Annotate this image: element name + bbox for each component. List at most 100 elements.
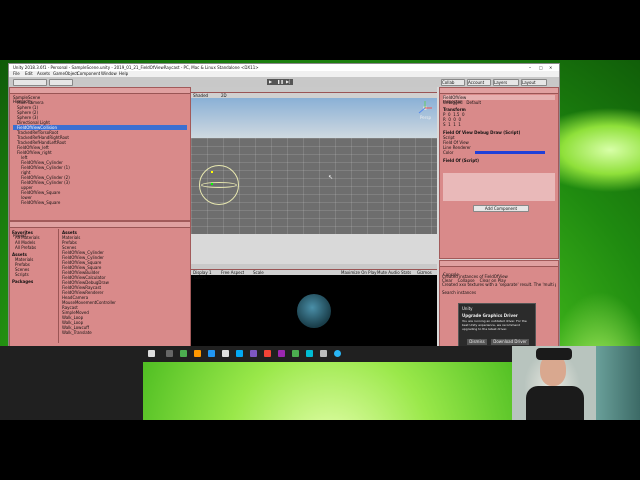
scene-sky: [191, 98, 437, 138]
pause-icon[interactable]: ❚❚: [277, 79, 284, 84]
console-line[interactable]: Created instances of FieldOfView: [442, 274, 556, 279]
scale-x-field[interactable]: 1: [448, 122, 451, 127]
app-icon[interactable]: [236, 350, 243, 357]
menu-file[interactable]: File: [13, 71, 20, 76]
menu-window[interactable]: Window: [101, 71, 117, 76]
menu-edit[interactable]: Edit: [25, 71, 33, 76]
inspector-panel: Inspector FieldOfView Untagged Default T…: [439, 87, 559, 259]
gizmo-dot: [211, 183, 213, 185]
menu-gameobject[interactable]: GameObject: [53, 71, 78, 76]
folder-icon[interactable]: [222, 350, 229, 357]
sphere-equator-gizmo: [201, 182, 237, 188]
download-driver-button[interactable]: Download Driver: [491, 339, 529, 345]
app-icon[interactable]: [306, 350, 313, 357]
layer-dropdown[interactable]: Default: [466, 100, 481, 105]
gizmo-dot: [211, 171, 213, 173]
asset-folder[interactable]: Scripts: [12, 272, 56, 277]
orientation-gizmo[interactable]: [417, 100, 433, 114]
menu-component[interactable]: Component: [77, 71, 100, 76]
game-sphere: [297, 294, 331, 328]
title-bar: Unity 2018.3.6f1 - Personal - SampleScen…: [9, 64, 559, 71]
streamer-shirt: [526, 386, 584, 420]
project-file-list: Assets Materials Prefabs Scenes FieldOfView…: [62, 230, 182, 344]
persp-label: Persp: [420, 115, 431, 120]
app-icon[interactable]: [292, 350, 299, 357]
game-toolbar: Display 1 Free Aspect Scale Maximize On …: [191, 270, 437, 275]
project-tabstrip: Project: [10, 222, 190, 238]
play-icon[interactable]: ▶: [269, 79, 272, 84]
account-button[interactable]: Account: [467, 79, 491, 86]
webcam-background-wall: [596, 346, 640, 420]
windows-start-icon[interactable]: [148, 350, 155, 357]
aspect-dropdown[interactable]: Free Aspect: [221, 270, 244, 275]
project-tree: Favorites All Materials All Models All P…: [12, 230, 56, 342]
hierarchy-item[interactable]: FieldOfView_Square: [13, 200, 187, 205]
layout-dropdown[interactable]: Layout: [521, 79, 547, 86]
webcam-overlay: [512, 346, 640, 420]
minimize-button[interactable]: ─: [529, 65, 531, 70]
maximize-on-play-toggle[interactable]: Maximize On Play: [341, 270, 377, 275]
letterbox-top: [0, 0, 640, 60]
color-swatch[interactable]: [474, 151, 545, 154]
scale-row: S 1 1 1: [443, 122, 461, 127]
layers-dropdown[interactable]: Layers: [493, 79, 519, 86]
maximize-button[interactable]: □: [539, 65, 543, 70]
menu-help[interactable]: Help: [119, 71, 128, 76]
game-panel: Game Display 1 Free Aspect Scale Maximiz…: [191, 264, 437, 346]
console-log: Created instances of FieldOfView Created…: [442, 274, 556, 295]
close-button[interactable]: ✕: [549, 65, 552, 70]
dismiss-button[interactable]: Dismiss: [467, 339, 487, 345]
play-controls: ▶ ❚❚ ▶|: [267, 79, 293, 85]
mute-audio-toggle[interactable]: Mute Audio: [377, 270, 400, 275]
favorite-item[interactable]: All Prefabs: [12, 245, 56, 250]
divider: [58, 229, 59, 343]
packages-label[interactable]: Packages: [12, 279, 56, 284]
browser-icon[interactable]: [208, 350, 215, 357]
hierarchy-panel: Hierarchy SampleScene Main Camera Sphere (…: [9, 87, 191, 221]
scale-slider[interactable]: Scale: [253, 270, 264, 275]
scene-panel: Scene Asset Store Shaded 2D Persp ↖: [191, 87, 437, 234]
window-title: Unity 2018.3.6f1 - Personal - SampleScen…: [13, 65, 259, 70]
search-icon[interactable]: [166, 350, 173, 357]
display-dropdown[interactable]: Display 1: [193, 270, 212, 275]
stats-toggle[interactable]: Stats: [401, 270, 411, 275]
visual-studio-icon[interactable]: [250, 350, 257, 357]
unity-icon[interactable]: [320, 350, 327, 357]
hierarchy-list: SampleScene Main Camera Sphere (1) Sphere (…: [10, 94, 190, 206]
app-icon[interactable]: [264, 350, 271, 357]
tab-game[interactable]: Game: [194, 275, 206, 280]
scale-y-field[interactable]: 1: [453, 122, 456, 127]
step-icon[interactable]: ▶|: [286, 79, 290, 84]
project-panel: Project Favorites All Materials All Mode…: [9, 221, 191, 347]
tag-layer-row: Untagged Default: [443, 100, 555, 105]
transform-tools[interactable]: [13, 79, 47, 86]
console-toolbar: Clear Collapse Clear on Play: [442, 267, 556, 283]
position-z-field[interactable]: 0: [462, 112, 465, 117]
main-toolbar: ▶ ❚❚ ▶| Collab Account Layers Layout: [9, 77, 559, 87]
mouse-cursor-icon: ↖: [328, 174, 334, 181]
app-icon[interactable]: [194, 350, 201, 357]
add-component-button[interactable]: Add Component: [473, 205, 529, 212]
gizmos-toggle[interactable]: Gizmos: [417, 270, 432, 275]
color-row: Color: [443, 150, 555, 155]
app-icon[interactable]: [278, 350, 285, 357]
left-dark-panel: [0, 346, 143, 420]
console-line[interactable]: Search instances: [442, 290, 556, 295]
file-list: Materials Prefabs Scenes FieldOfView_Cylind…: [62, 235, 182, 335]
menu-assets[interactable]: Assets: [37, 71, 50, 76]
scale-z-field[interactable]: 1: [458, 122, 461, 127]
inspector-tabstrip: Inspector: [440, 88, 558, 104]
upgrade-driver-dialog: Unity Upgrade Graphics Driver You are ru…: [458, 303, 536, 350]
field-label: Color: [443, 150, 454, 155]
project-file-item[interactable]: Walk_Translate: [62, 330, 182, 335]
console-line[interactable]: Created xxx textures with a 'separate' r…: [442, 282, 556, 287]
app-icon[interactable]: [180, 350, 187, 357]
tag-dropdown[interactable]: Untagged: [443, 100, 463, 105]
vr-headset: [536, 348, 572, 360]
pivot-toggle[interactable]: [49, 79, 73, 86]
collab-button[interactable]: Collab: [441, 79, 465, 86]
script2-component-header[interactable]: Field Of (Script): [443, 158, 555, 163]
app-icon[interactable]: [334, 350, 341, 357]
letterbox-bottom: [0, 420, 640, 480]
dialog-title: Upgrade Graphics Driver: [462, 313, 518, 318]
